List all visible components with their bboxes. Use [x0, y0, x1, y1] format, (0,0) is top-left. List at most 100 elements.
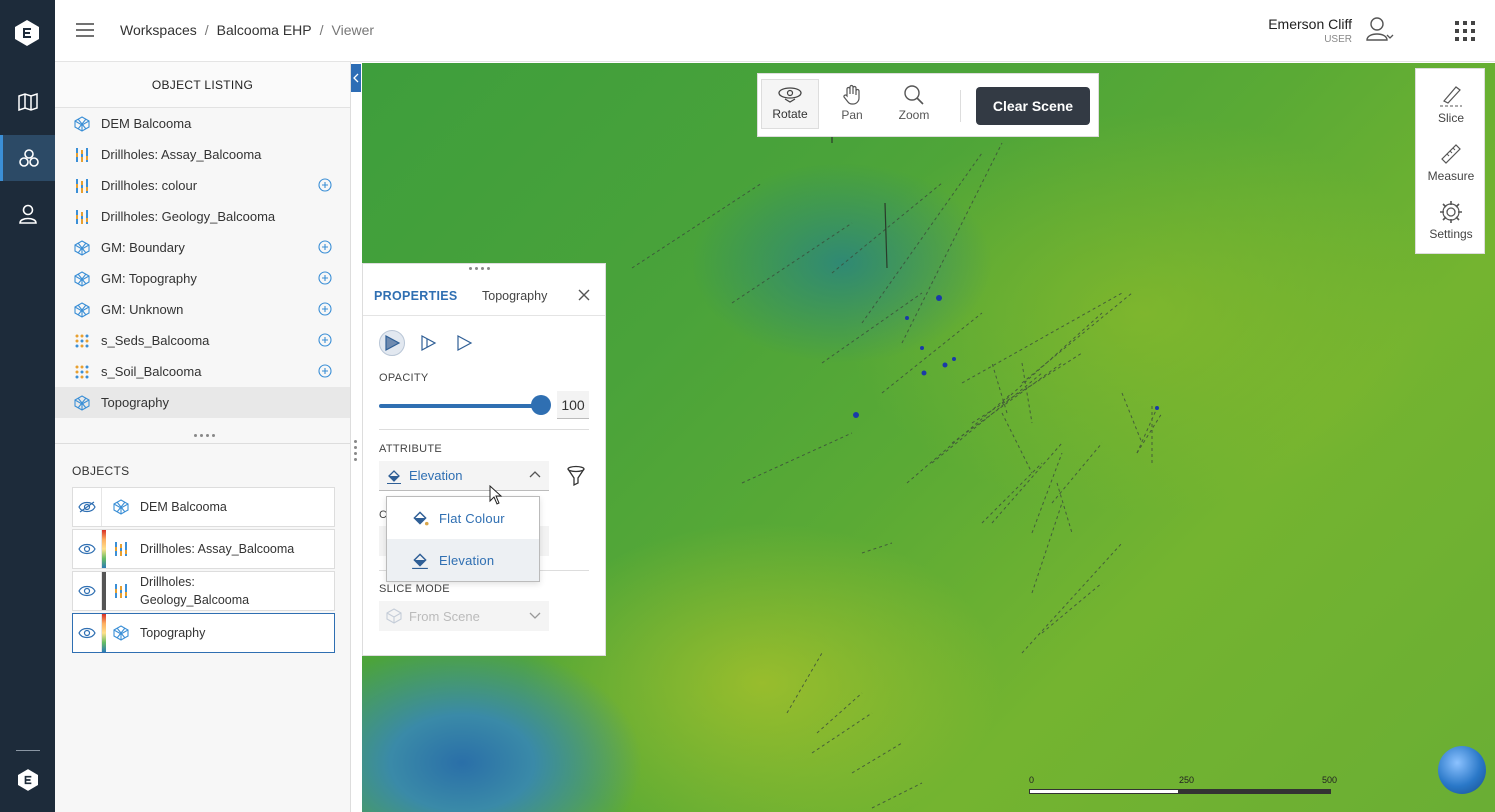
- object-card[interactable]: Drillholes: Geology_Balcooma: [72, 571, 335, 611]
- eye-icon[interactable]: [73, 572, 102, 610]
- pan-button[interactable]: Pan: [823, 79, 881, 129]
- settings-label: Settings: [1429, 227, 1473, 241]
- slice-mode-select[interactable]: From Scene: [379, 601, 549, 631]
- scale-segment: [1029, 789, 1179, 794]
- object-listing-item[interactable]: Drillholes: colour: [55, 170, 350, 201]
- object-listing-item[interactable]: DEM Balcooma: [55, 108, 350, 139]
- add-circle-icon[interactable]: [318, 302, 332, 316]
- properties-object-name: Topography: [482, 289, 548, 303]
- drillhole-icon: [106, 541, 136, 557]
- object-listing-item[interactable]: s_Seds_Balcooma: [55, 325, 350, 356]
- objects-title: OBJECTS: [72, 464, 130, 478]
- dropdown-option-flat-colour[interactable]: Flat Colour: [387, 497, 539, 539]
- attribute-dropdown-menu: Flat Colour Elevation: [386, 496, 540, 582]
- opacity-input[interactable]: 100: [557, 391, 589, 419]
- filter-icon[interactable]: [566, 465, 586, 492]
- properties-drag-handle[interactable]: [469, 267, 490, 270]
- rotate-button[interactable]: Rotate: [761, 79, 819, 129]
- drillhole-icon: [73, 208, 91, 226]
- object-listing-item[interactable]: GM: Unknown: [55, 294, 350, 325]
- eye-icon[interactable]: [73, 530, 102, 568]
- user-info[interactable]: Emerson Cliff USER: [1268, 16, 1352, 45]
- measure-tool-button[interactable]: Measure: [1416, 141, 1486, 183]
- object-card-label: Drillholes: Assay_Balcooma: [140, 542, 295, 556]
- opacity-slider-track[interactable]: [379, 404, 541, 408]
- pan-label: Pan: [841, 108, 863, 122]
- eye-off-icon[interactable]: [73, 488, 102, 526]
- user-nav-icon[interactable]: [0, 191, 55, 237]
- brand-footer-icon[interactable]: [0, 757, 55, 803]
- close-icon[interactable]: [577, 288, 591, 302]
- user-name: Emerson Cliff: [1268, 16, 1352, 32]
- properties-tab[interactable]: PROPERTIES: [374, 289, 458, 303]
- scale-label: 250: [1179, 775, 1195, 785]
- top-bar: Workspaces / Balcooma EHP / Viewer Emers…: [55, 0, 1495, 62]
- viewer-nav-icon[interactable]: [0, 135, 55, 181]
- slice-label: Slice: [1437, 111, 1464, 125]
- divider: [379, 429, 589, 430]
- dropdown-option-elevation[interactable]: Elevation: [387, 539, 539, 581]
- chevron-left-icon: [353, 73, 359, 83]
- apps-grid-icon[interactable]: [1455, 21, 1475, 41]
- view-toolbar: Rotate Pan Zoom Clear Scene: [757, 73, 1099, 137]
- object-card[interactable]: Drillholes: Assay_Balcooma: [72, 529, 335, 569]
- object-listing-item[interactable]: Drillholes: Geology_Balcooma: [55, 201, 350, 232]
- dropdown-option-label: Flat Colour: [439, 510, 505, 526]
- attribute-select[interactable]: Elevation: [379, 461, 549, 491]
- properties-panel: PROPERTIES Topography OPACITY 100 ATTRIB…: [362, 263, 606, 656]
- object-listing-label: GM: Unknown: [101, 302, 184, 317]
- clear-scene-button[interactable]: Clear Scene: [976, 87, 1090, 125]
- scale-segment: [1179, 789, 1331, 794]
- eye-icon[interactable]: [73, 614, 102, 652]
- object-listing-item[interactable]: Topography: [55, 387, 350, 418]
- add-circle-icon[interactable]: [318, 364, 332, 378]
- scale-label: 500: [1322, 775, 1338, 785]
- map-icon[interactable]: [0, 79, 55, 125]
- menu-icon[interactable]: [75, 22, 95, 40]
- object-listing-item[interactable]: GM: Topography: [55, 263, 350, 294]
- outline-mode-icon[interactable]: [451, 330, 477, 356]
- object-listing-label: GM: Topography: [101, 271, 197, 286]
- object-listing-item[interactable]: s_Soil_Balcooma: [55, 356, 350, 387]
- zoom-button[interactable]: Zoom: [885, 79, 943, 129]
- settings-tool-button[interactable]: Settings: [1416, 199, 1486, 241]
- object-card-label-line: Drillholes:: [140, 575, 195, 589]
- wireframe-mode-icon[interactable]: [415, 330, 441, 356]
- app-logo-icon[interactable]: [15, 20, 39, 46]
- object-card[interactable]: Topography: [72, 613, 335, 653]
- rotate-icon: [778, 87, 802, 103]
- mesh-icon: [73, 301, 91, 319]
- surface-mode-icon[interactable]: [379, 330, 405, 356]
- object-listing-item[interactable]: Drillholes: Assay_Balcooma: [55, 139, 350, 170]
- mouse-cursor-icon: [489, 484, 503, 510]
- orientation-globe-icon[interactable]: [1438, 746, 1486, 794]
- mesh-icon: [73, 270, 91, 288]
- object-listing-label: Drillholes: Assay_Balcooma: [101, 147, 262, 162]
- object-listing-label: Drillholes: colour: [101, 178, 198, 193]
- mesh-icon: [379, 608, 409, 624]
- slice-tool-button[interactable]: Slice: [1416, 83, 1486, 125]
- panel-resize-handle[interactable]: [190, 434, 218, 440]
- add-circle-icon[interactable]: [318, 178, 332, 192]
- opacity-slider-thumb[interactable]: [531, 395, 551, 415]
- object-listing-item[interactable]: GM: Boundary: [55, 232, 350, 263]
- breadcrumb-current: Viewer: [331, 22, 375, 38]
- vertical-resize-handle[interactable]: [354, 440, 358, 470]
- slice-mode-label: SLICE MODE: [379, 583, 450, 595]
- object-listing-label: Drillholes: Geology_Balcooma: [101, 209, 276, 224]
- breadcrumb-separator: /: [204, 22, 209, 38]
- add-circle-icon[interactable]: [318, 271, 332, 285]
- breadcrumb-project[interactable]: Balcooma EHP: [217, 22, 312, 38]
- object-card[interactable]: DEM Balcooma: [72, 487, 335, 527]
- add-circle-icon[interactable]: [318, 240, 332, 254]
- slice-icon: [1440, 86, 1462, 107]
- right-tools-panel: Slice Measure Settings: [1415, 68, 1485, 254]
- breadcrumb-workspaces[interactable]: Workspaces: [120, 22, 197, 38]
- chevron-down-icon: [529, 612, 541, 619]
- chevron-up-icon: [529, 471, 541, 478]
- collapse-panel-button[interactable]: [351, 64, 361, 92]
- user-avatar-icon[interactable]: [1365, 15, 1395, 43]
- add-circle-icon[interactable]: [318, 333, 332, 347]
- rotate-label: Rotate: [772, 107, 808, 121]
- dropdown-option-label: Elevation: [439, 552, 495, 568]
